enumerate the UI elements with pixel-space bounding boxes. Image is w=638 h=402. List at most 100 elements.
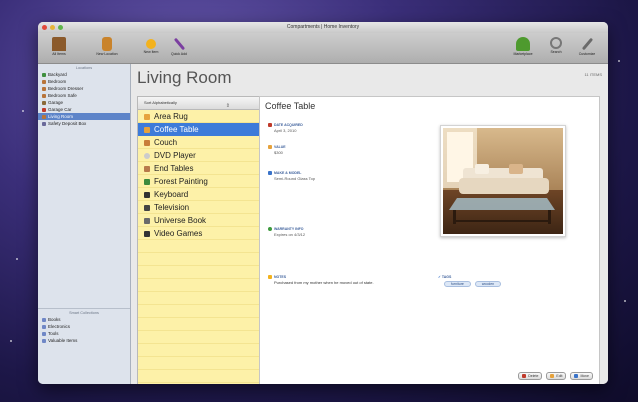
field-value: April 3, 2010 (274, 128, 297, 133)
field-date-acquired[interactable]: DATE ACQUIRED April 3, 2010 (268, 123, 303, 133)
list-item-label: Universe Book (154, 216, 207, 225)
list-item[interactable]: Video Games (138, 227, 260, 240)
sidebar-item-tools[interactable]: Tools (38, 330, 130, 337)
close-button[interactable] (42, 25, 47, 30)
location-icon (42, 93, 46, 98)
title-bar: Compartments | Home Inventory (38, 22, 608, 33)
smart-collection-icon (42, 324, 46, 329)
edit-button[interactable]: Edit (546, 372, 567, 380)
sidebar-item-electronics[interactable]: Electronics (38, 323, 130, 330)
sort-popup[interactable]: Sort Alphabetically ⇕ (138, 97, 260, 110)
sidebar-item-garage-car[interactable]: Garage Car (38, 106, 130, 113)
sidebar: Locations Backyard Bedroom Bedroom Dress… (38, 64, 131, 384)
delete-button[interactable]: Delete (518, 372, 543, 380)
field-label: MAKE & MODEL (274, 171, 302, 175)
smart-collections: Smart Collections Books Electronics Tool… (38, 308, 130, 344)
sidebar-item-bedroom[interactable]: Bedroom (38, 78, 130, 85)
sidebar-item-label: Backyard (48, 72, 67, 77)
plant-icon (516, 37, 530, 51)
toolbar-label: New Location (96, 52, 118, 56)
field-warranty[interactable]: WARRANTY INFO Expires on 4/3/12 (268, 227, 305, 237)
item-detail: Coffee Table DATE ACQUIRED April 3, 2010… (259, 96, 600, 384)
item-list: Sort Alphabetically ⇕ Area Rug Coffee Ta… (137, 96, 261, 384)
list-item-label: Television (154, 203, 190, 212)
item-photo[interactable] (440, 125, 566, 237)
field-make-model[interactable]: MAKE & MODEL Semi-Round Glass Top (268, 171, 315, 181)
all-items-button[interactable]: All Items (42, 35, 76, 56)
location-icon (42, 121, 46, 126)
minimize-button[interactable] (50, 25, 55, 30)
list-item[interactable]: Couch (138, 136, 260, 149)
list-item-label: Coffee Table (154, 125, 199, 134)
sidebar-item-books[interactable]: Books (38, 316, 130, 323)
couch-icon (144, 139, 150, 146)
list-item[interactable]: End Tables (138, 162, 260, 175)
move-button[interactable]: Move (570, 372, 593, 380)
disc-icon (144, 152, 150, 159)
new-location-button[interactable]: New Location (90, 35, 124, 56)
location-icon (42, 72, 46, 77)
painting-icon (144, 178, 150, 185)
tags-label-text: TAGS (441, 275, 452, 279)
field-value[interactable]: VALUE $300 (268, 145, 286, 155)
sidebar-item-safety-deposit-box[interactable]: Safety Deposit Box (38, 120, 130, 127)
list-item-label: Forest Painting (154, 177, 208, 186)
warranty-icon (268, 227, 272, 231)
toolbar-label: All Items (52, 52, 66, 56)
item-count: 11 ITEMS (584, 72, 603, 77)
end-table-icon (144, 165, 150, 172)
list-item[interactable]: Universe Book (138, 214, 260, 227)
list-item-label: DVD Player (154, 151, 196, 160)
list-item-label: End Tables (154, 164, 194, 173)
sidebar-item-garage[interactable]: Garage (38, 99, 130, 106)
sidebar-item-backyard[interactable]: Backyard (38, 71, 130, 78)
television-icon (144, 204, 150, 211)
sidebar-item-bedroom-safe[interactable]: Bedroom Safe (38, 92, 130, 99)
button-label: Move (580, 374, 589, 378)
money-icon (268, 145, 272, 149)
list-item[interactable]: Television (138, 201, 260, 214)
sidebar-item-label: Living Room (48, 114, 74, 119)
field-notes[interactable]: NOTES Purchased from my mother when he m… (268, 275, 378, 285)
toolbar-label: Marketplace (513, 52, 533, 56)
room-title: Living Room (137, 68, 232, 87)
zoom-button[interactable] (58, 25, 63, 30)
toolbar: All Items New Location New Item Quick Ad… (38, 33, 608, 64)
tools-icon (581, 37, 593, 51)
list-item[interactable]: Keyboard (138, 188, 260, 201)
field-label: VALUE (274, 145, 286, 149)
main-panel: Living Room 11 ITEMS Sort Alphabetically… (131, 64, 608, 384)
window-title: Compartments | Home Inventory (286, 24, 360, 30)
tag-token[interactable]: furniture (444, 281, 471, 287)
sidebar-item-bedroom-dresser[interactable]: Bedroom Dresser (38, 85, 130, 92)
list-item-label: Couch (154, 138, 178, 147)
magnifier-icon (550, 37, 562, 49)
locations-header: Locations (75, 66, 93, 70)
sidebar-item-valuable-items[interactable]: Valuable Items (38, 337, 130, 344)
search-button[interactable]: Search (544, 35, 568, 54)
list-item[interactable]: DVD Player (138, 149, 260, 162)
sidebar-item-living-room[interactable]: Living Room (38, 113, 130, 120)
smart-collections-header: Smart Collections (69, 311, 99, 315)
house-icon (52, 37, 66, 51)
field-value: Purchased from my mother when he moved o… (274, 280, 374, 285)
action-buttons: Delete Edit Move (518, 372, 593, 380)
location-icon (42, 114, 46, 119)
marketplace-button[interactable]: Marketplace (506, 35, 540, 56)
sidebar-item-label: Garage (48, 100, 64, 105)
joystick-icon (144, 230, 150, 237)
customize-button[interactable]: Customize (572, 35, 602, 56)
window-controls (42, 25, 63, 30)
door-icon (102, 37, 112, 51)
location-icon (42, 107, 46, 112)
calendar-icon (268, 123, 272, 127)
field-label: DATE ACQUIRED (274, 123, 303, 127)
tag-token[interactable]: wooden (474, 281, 502, 287)
pencil-icon (550, 374, 555, 378)
list-item[interactable]: Area Rug (138, 110, 260, 123)
list-item[interactable]: Forest Painting (138, 175, 260, 188)
list-item[interactable]: Coffee Table (138, 123, 260, 136)
smart-collection-icon (42, 338, 46, 343)
quick-add-button[interactable]: Quick Add (162, 35, 196, 56)
location-icon (42, 79, 46, 84)
